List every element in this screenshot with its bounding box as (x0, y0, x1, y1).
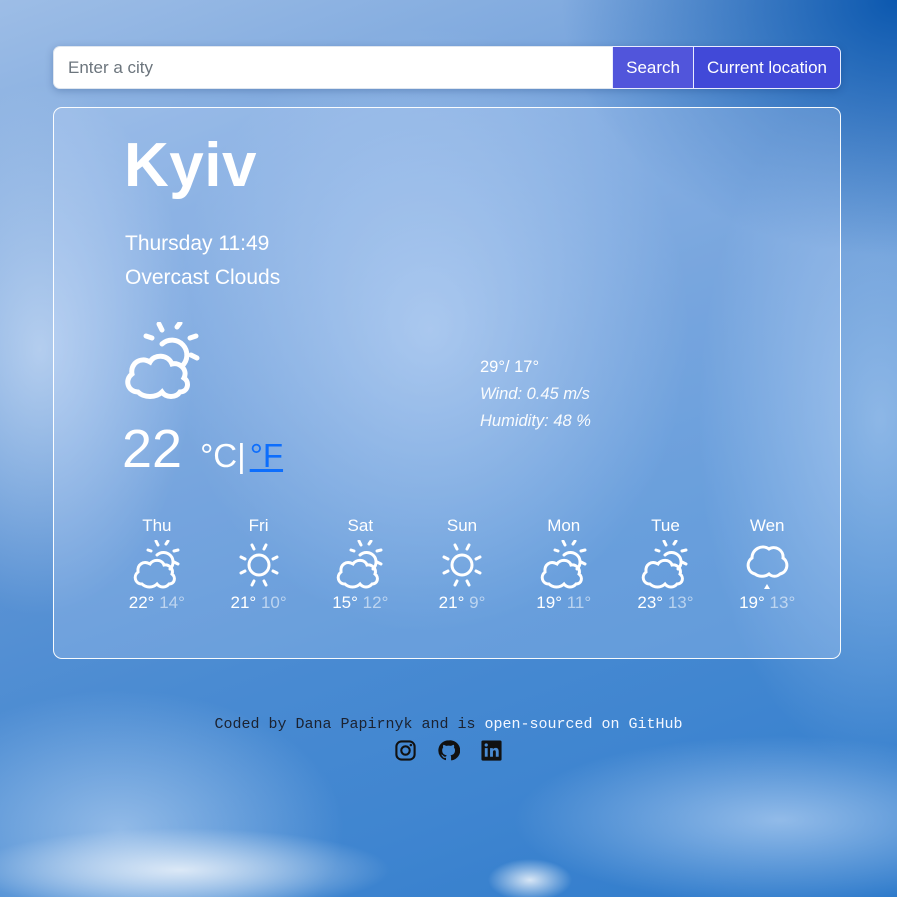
instagram-icon[interactable] (394, 739, 417, 762)
weather-details: 29°/ 17° Wind: 0.45 m/s Humidity: 48 % (480, 354, 591, 435)
forecast-min: 10° (260, 593, 287, 612)
forecast-max: 19° (536, 593, 562, 612)
weather-card: Kyiv Thursday 11:49 Overcast Clouds 22 °… (53, 107, 841, 659)
forecast-day-name: Sun (446, 516, 478, 535)
weather-app: Search Current location Kyiv Thursday 11… (53, 46, 841, 659)
forecast-temps: 21° 10° (208, 593, 310, 613)
forecast-day: Mon 19° 11° (513, 516, 615, 613)
search-form: Search Current location (53, 46, 841, 89)
forecast-temps: 19° 11° (513, 593, 615, 613)
current-temperature: 22 (122, 419, 183, 479)
search-button[interactable]: Search (612, 46, 693, 89)
forecast-max: 15° (332, 593, 358, 612)
partly-cloudy-icon (642, 540, 688, 589)
forecast-temps: 19° 13° (716, 593, 818, 613)
rain-cloud-icon (746, 545, 789, 590)
forecast-day: Tue 23° 13° (615, 516, 717, 613)
forecast-min: 13° (667, 593, 694, 612)
sun-icon (239, 543, 279, 587)
sun-icon (442, 543, 482, 587)
forecast-day-name: Tue (651, 516, 680, 535)
forecast-temps: 22° 14° (106, 593, 208, 613)
social-links (0, 739, 897, 762)
forecast-day: Sun 21° 9° (411, 516, 513, 613)
footer-credit: Coded by Dana Papirnyk and is open-sourc… (0, 716, 897, 733)
weather-description: Overcast Clouds (125, 266, 281, 289)
forecast-max: 21° (230, 593, 257, 612)
forecast-min: 14° (159, 593, 185, 612)
github-source-link[interactable]: open-sourced on GitHub (485, 716, 683, 733)
wind-speed: Wind: 0.45 m/s (480, 385, 590, 403)
partly-cloudy-icon (540, 540, 587, 589)
forecast-min: 13° (769, 593, 796, 612)
forecast-day: Sat 15° 12° (309, 516, 411, 613)
forecast-day-name: Mon (547, 516, 581, 535)
forecast-max: 21° (438, 593, 465, 612)
forecast-day-name: Sat (347, 516, 374, 535)
forecast-temps: 15° 12° (309, 593, 411, 613)
forecast-max: 23° (637, 593, 664, 612)
fahrenheit-link[interactable]: °F (250, 437, 283, 475)
temperature-row: 22 °C| °F (122, 418, 283, 480)
forecast-day-name: Thu (142, 516, 172, 535)
footer-credit-text: Coded by Dana Papirnyk and is (214, 716, 485, 733)
celsius-unit[interactable]: °C| (200, 437, 246, 475)
city-search-input[interactable] (53, 46, 613, 89)
high-low-temperature: 29°/ 17° (480, 358, 540, 376)
forecast-day: Wen 19° 13° (716, 516, 818, 613)
footer: Coded by Dana Papirnyk and is open-sourc… (0, 716, 897, 762)
forecast-temps: 21° 9° (411, 593, 513, 613)
partly-cloudy-icon (125, 322, 200, 399)
current-datetime: Thursday 11:49 (125, 232, 270, 255)
forecast-day: Thu 22° 14° (106, 516, 208, 613)
linkedin-icon[interactable] (480, 739, 503, 762)
forecast-day: Fri 21° 10° (208, 516, 310, 613)
humidity: Humidity: 48 % (480, 412, 591, 430)
forecast-temps: 23° 13° (615, 593, 717, 613)
current-location-button[interactable]: Current location (692, 46, 841, 89)
forecast-list: Thu 22° 14° Fri 21° 10° Sat 15° 12° Sun … (106, 516, 818, 613)
forecast-min: 12° (362, 593, 389, 612)
forecast-day-name: Wen (749, 516, 785, 535)
partly-cloudy-icon (337, 540, 383, 589)
partly-cloudy-icon (133, 540, 180, 589)
forecast-max: 22° (128, 593, 155, 612)
forecast-min: 11° (566, 593, 592, 612)
forecast-day-name: Fri (248, 516, 269, 535)
city-name: Kyiv (124, 131, 257, 200)
forecast-min: 9° (469, 593, 486, 612)
github-icon[interactable] (437, 739, 460, 762)
forecast-max: 19° (739, 593, 765, 612)
